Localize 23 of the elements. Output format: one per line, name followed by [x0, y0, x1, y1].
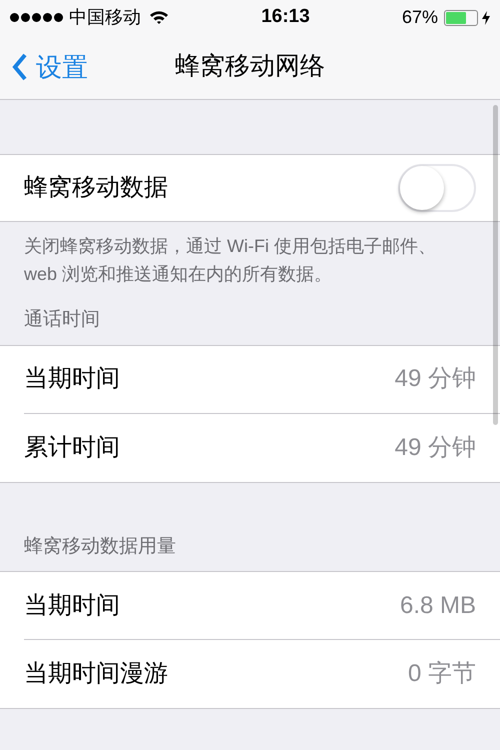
- back-chevron-icon: [12, 53, 28, 81]
- row-value: 0 字节: [408, 659, 476, 689]
- row-value: 49 分钟: [394, 432, 476, 462]
- back-button[interactable]: 设置: [0, 48, 88, 86]
- row-value: 49 分钟: [394, 364, 476, 394]
- row-label: 当期时间: [24, 364, 120, 394]
- signal-icon: [10, 13, 63, 22]
- row-label: 蜂窝移动数据: [24, 173, 168, 203]
- section-header: 蜂窝移动数据用量: [24, 536, 176, 556]
- row-label: 累计时间: [24, 432, 120, 462]
- charging-icon: [482, 10, 490, 24]
- carrier-name: 中国移动: [69, 6, 141, 29]
- row-value: 6.8 MB: [400, 590, 476, 620]
- footer-note: 关闭蜂窝移动数据，通过 Wi-Fi 使用包括电子邮件、web 浏览和推送通知在内的所有数据。: [23, 235, 437, 286]
- section-header: 通话时间: [24, 309, 100, 330]
- row-label: 当期时间漫游: [24, 659, 168, 689]
- clock-time: 16:13: [261, 5, 310, 30]
- page-title: 蜂窝移动网络: [175, 51, 325, 82]
- battery-percent: 67%: [402, 6, 438, 29]
- row-label: 当期时间: [24, 590, 120, 620]
- toggle-switch[interactable]: [398, 164, 476, 212]
- battery-icon: [444, 10, 478, 26]
- wifi-icon: [149, 10, 169, 25]
